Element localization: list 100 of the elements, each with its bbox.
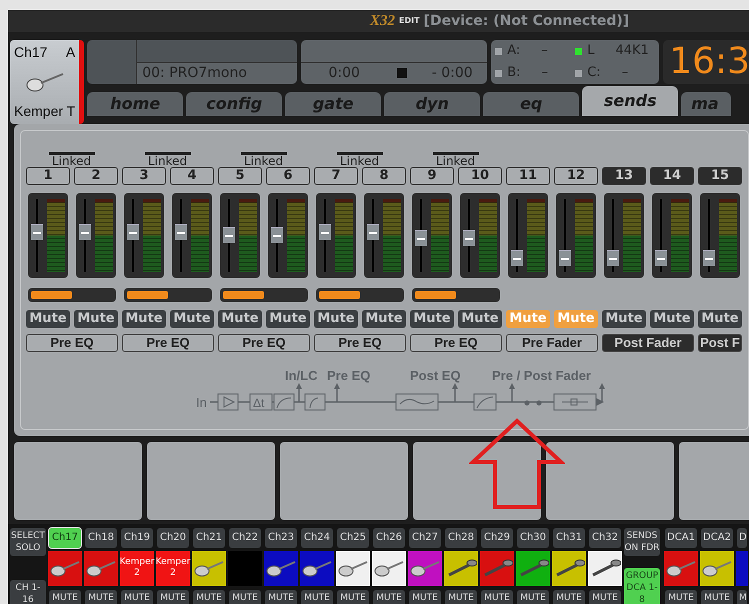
channel-select-button[interactable]: Ch25 xyxy=(337,528,369,548)
fader-thumb[interactable] xyxy=(607,250,619,266)
mute-button[interactable]: M xyxy=(737,590,747,604)
mute-button[interactable]: MUTE xyxy=(373,590,405,604)
fader-thumb[interactable] xyxy=(271,227,283,243)
mute-button[interactable]: MUTE xyxy=(665,590,697,604)
fader-thumb[interactable] xyxy=(463,230,475,246)
channel-select-button[interactable]: Ch23 xyxy=(265,528,297,548)
bus-number-button[interactable]: 8 xyxy=(362,167,406,185)
guitar-icon xyxy=(24,71,65,94)
channel-select-button[interactable]: Ch32 xyxy=(589,528,621,548)
mute-button[interactable]: MUTE xyxy=(229,590,261,604)
mute-button[interactable]: MUTE xyxy=(701,590,733,604)
fader-thumb[interactable] xyxy=(319,224,331,240)
pan-bar[interactable] xyxy=(412,288,500,302)
pan-bar[interactable] xyxy=(220,288,308,302)
tap-point-button[interactable]: Pre EQ xyxy=(410,334,502,352)
fader-thumb[interactable] xyxy=(415,230,427,246)
mute-button[interactable]: Mute xyxy=(650,310,694,328)
mute-button[interactable]: MUTE xyxy=(337,590,369,604)
mute-button[interactable]: Mute xyxy=(698,310,742,328)
tap-point-button[interactable]: Pre Fader xyxy=(506,334,598,352)
channel-select-button[interactable]: Ch20 xyxy=(157,528,189,548)
fader-thumb[interactable] xyxy=(31,224,43,240)
mute-button[interactable]: Mute xyxy=(122,310,166,328)
fader-thumb[interactable] xyxy=(79,224,91,240)
tap-point-button[interactable]: Post F xyxy=(698,334,742,352)
pan-bar[interactable] xyxy=(124,288,212,302)
channel-select-button[interactable]: D xyxy=(737,528,747,548)
channel-select-button[interactable]: Ch31 xyxy=(553,528,585,548)
mute-button[interactable]: Mute xyxy=(410,310,454,328)
mute-button[interactable]: Mute xyxy=(218,310,262,328)
channel-select-button[interactable]: DCA1 xyxy=(665,528,697,548)
mute-button[interactable]: Mute xyxy=(26,310,70,328)
tap-point-button[interactable]: Pre EQ xyxy=(122,334,214,352)
channel-select-button[interactable]: Ch17 xyxy=(49,528,81,548)
channel-select-button[interactable]: Ch29 xyxy=(481,528,513,548)
mute-button[interactable]: MUTE xyxy=(193,590,225,604)
mute-button[interactable]: MUTE xyxy=(85,590,117,604)
fader-thumb[interactable] xyxy=(367,224,379,240)
channel-select-button[interactable]: Ch27 xyxy=(409,528,441,548)
mute-button[interactable]: Mute xyxy=(74,310,118,328)
bus-number-button[interactable]: 5 xyxy=(218,167,262,185)
mute-button[interactable]: MUTE xyxy=(265,590,297,604)
tab[interactable]: sends xyxy=(582,86,678,116)
bus-number-button[interactable]: 15 xyxy=(698,167,742,185)
mute-button[interactable]: Mute xyxy=(362,310,406,328)
channel-select-button[interactable]: Ch19 xyxy=(121,528,153,548)
mute-button[interactable]: MUTE xyxy=(517,590,549,604)
group-button[interactable]: GROUP DCA 1-8 xyxy=(624,568,660,604)
bus-number-button[interactable]: 6 xyxy=(266,167,310,185)
channel-select-button[interactable]: DCA2 xyxy=(701,528,733,548)
pan-bar[interactable] xyxy=(316,288,404,302)
channel-select-button[interactable]: Ch21 xyxy=(193,528,225,548)
channel-select-button[interactable]: Ch30 xyxy=(517,528,549,548)
channel-select-button[interactable]: Ch28 xyxy=(445,528,477,548)
mute-button[interactable]: Mute xyxy=(170,310,214,328)
channel-select-button[interactable]: Ch22 xyxy=(229,528,261,548)
mute-button[interactable]: MUTE xyxy=(553,590,585,604)
channel-select-button[interactable]: Ch18 xyxy=(85,528,117,548)
bus-number-button[interactable]: 14 xyxy=(650,167,694,185)
bus-number-button[interactable]: 4 xyxy=(170,167,214,185)
fader-thumb[interactable] xyxy=(655,250,667,266)
pan-bar[interactable] xyxy=(28,288,116,302)
fader-thumb[interactable] xyxy=(559,250,571,266)
bus-number-button[interactable]: 10 xyxy=(458,167,502,185)
fader-thumb[interactable] xyxy=(703,250,715,266)
mute-button[interactable]: MUTE xyxy=(121,590,153,604)
bus-number-button[interactable]: 2 xyxy=(74,167,118,185)
fader-thumb[interactable] xyxy=(175,224,187,240)
tap-point-button[interactable]: Pre EQ xyxy=(26,334,118,352)
mute-button[interactable]: MUTE xyxy=(301,590,333,604)
mute-button[interactable]: Mute xyxy=(266,310,310,328)
bank-button[interactable]: CH 1-16 xyxy=(10,580,46,604)
channel-select-button[interactable]: Ch24 xyxy=(301,528,333,548)
bus-number-button[interactable]: 9 xyxy=(410,167,454,185)
bus-number-button[interactable]: 11 xyxy=(506,167,550,185)
mute-button[interactable]: Mute xyxy=(602,310,646,328)
fader-thumb[interactable] xyxy=(127,224,139,240)
tap-point-button[interactable]: Pre EQ xyxy=(314,334,406,352)
bus-number-button[interactable]: 3 xyxy=(122,167,166,185)
fader-thumb[interactable] xyxy=(511,250,523,266)
sends-on-fader-button[interactable]: SENDS ON FDR xyxy=(624,528,660,556)
mute-button[interactable]: MUTE xyxy=(445,590,477,604)
tap-point-button[interactable]: Post Fader xyxy=(602,334,694,352)
mute-button[interactable]: Mute xyxy=(314,310,358,328)
mute-button[interactable]: MUTE xyxy=(157,590,189,604)
mute-button[interactable]: Mute xyxy=(458,310,502,328)
select-solo-button[interactable]: SELECT SOLO xyxy=(10,528,46,556)
mute-button[interactable]: MUTE xyxy=(589,590,621,604)
mute-button[interactable]: MUTE xyxy=(49,590,81,604)
mute-button[interactable]: MUTE xyxy=(481,590,513,604)
bus-number-button[interactable]: 13 xyxy=(602,167,646,185)
channel-select-button[interactable]: Ch26 xyxy=(373,528,405,548)
fader-thumb[interactable] xyxy=(223,227,235,243)
tap-point-button[interactable]: Pre EQ xyxy=(218,334,310,352)
bus-number-button[interactable]: 7 xyxy=(314,167,358,185)
mute-button[interactable]: MUTE xyxy=(409,590,441,604)
bus-number-button[interactable]: 1 xyxy=(26,167,70,185)
bus-number-button[interactable]: 12 xyxy=(554,167,598,185)
